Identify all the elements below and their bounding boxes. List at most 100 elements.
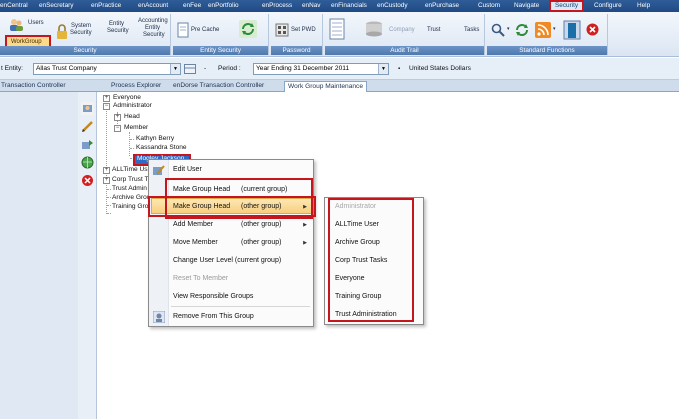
menu-item-reset-to-member: Reset To Member	[173, 275, 229, 282]
tree-node-member[interactable]: Member	[124, 124, 148, 132]
menu-tab-enpractice[interactable]: enPractice	[91, 1, 121, 11]
tree-node-everyone[interactable]: Everyone	[113, 94, 141, 102]
report-icon[interactable]	[329, 18, 345, 40]
menu-tab-help[interactable]: Help	[637, 1, 650, 11]
menu-tab-enpurchase[interactable]: enPurchase	[425, 1, 459, 11]
tree-expander[interactable]: +	[114, 114, 121, 121]
accounting-security-line3[interactable]: Security	[143, 32, 165, 39]
menu-separator	[171, 306, 310, 307]
menu-item-move-member[interactable]: Move Member (other group)	[173, 238, 281, 248]
menu-tab-enportfolio[interactable]: enPortfolio	[208, 1, 239, 11]
menu-tab-encentral[interactable]: enCentral	[0, 1, 28, 11]
menu-item-move-member-scope: (other group)	[241, 239, 282, 246]
period-select[interactable]: Year Ending 31 December 2011 ▼	[253, 63, 389, 75]
ribbon: Users WorkGroup System Security Entity S…	[0, 12, 679, 57]
system-security-line1[interactable]: System	[71, 23, 91, 30]
workgroup-label: WorkGroup	[11, 39, 42, 45]
delete-icon[interactable]	[81, 174, 94, 187]
database-icon	[366, 21, 382, 37]
tree-connector	[107, 213, 111, 214]
remove-user-icon	[153, 311, 165, 323]
rss-dropdown-icon[interactable]: ▾	[553, 26, 556, 33]
rss-feed-icon[interactable]	[535, 22, 551, 38]
menu-item-view-responsible-groups[interactable]: View Responsible Groups	[173, 292, 253, 302]
tree-node-alltime-user[interactable]: ALLTime Us	[112, 166, 148, 174]
accounting-security-line2[interactable]: Entity	[145, 25, 160, 32]
tab-transaction-controller[interactable]: Transaction Controller	[1, 81, 66, 92]
menu-item-edit-user[interactable]: Edit User	[173, 165, 202, 175]
grid-icon[interactable]	[184, 64, 196, 74]
search-dropdown-icon[interactable]: ▾	[507, 26, 510, 33]
period-value: Year Ending 31 December 2011	[256, 65, 350, 72]
close-icon[interactable]	[586, 23, 599, 36]
tasks-button[interactable]: Tasks	[464, 27, 479, 34]
set-pwd-button[interactable]: Set PWD	[291, 27, 316, 34]
tree-node-administrator[interactable]: Administrator	[113, 102, 152, 110]
edit-pencil-icon[interactable]	[81, 120, 94, 133]
company-button[interactable]: Company	[389, 27, 415, 34]
tree-node-archive[interactable]: Archive Grou	[112, 194, 150, 202]
chevron-down-icon[interactable]: ▼	[170, 64, 180, 74]
accounting-security-line1[interactable]: Accounting	[138, 18, 168, 25]
ribbon-group-security: Users WorkGroup System Security Entity S…	[0, 14, 171, 55]
refresh-icon[interactable]	[239, 20, 257, 38]
ribbon-group-entity-security: Pre Cache Entity Security	[173, 14, 269, 55]
tree-expander[interactable]: +	[103, 95, 110, 102]
users-button[interactable]: Users	[28, 20, 44, 27]
system-security-line2[interactable]: Security	[70, 30, 92, 37]
trust-button[interactable]: Trust	[427, 27, 440, 34]
menu-item-remove-from-group[interactable]: Remove From This Group	[173, 312, 254, 322]
tree-node-kathyn-berry[interactable]: Kathyn Berry	[136, 135, 174, 143]
tab-process-explorer[interactable]: Process Explorer	[111, 81, 161, 92]
tree-node-trust-admin[interactable]: Trust Admin	[112, 185, 147, 193]
tree-node-corp-trust[interactable]: Corp Trust T	[112, 176, 149, 184]
users-icon	[10, 19, 23, 31]
refresh-icon[interactable]	[514, 22, 530, 38]
tree-node-head[interactable]: Head	[124, 113, 140, 121]
menu-tab-ennav[interactable]: enNav	[302, 1, 320, 11]
tab-endorse-transaction-controller[interactable]: enDorse Transaction Controller	[173, 81, 264, 92]
exit-door-icon[interactable]	[563, 20, 581, 40]
submenu-arrow-icon: ▶	[303, 240, 307, 246]
search-icon[interactable]	[491, 23, 505, 37]
entity-security-line2[interactable]: Security	[107, 28, 129, 35]
menu-item-add-member-label: Add Member	[173, 221, 214, 228]
ribbon-group-security-title: Security	[0, 46, 170, 55]
entity-value: Allas Trust Company	[36, 65, 97, 72]
tree-node-training[interactable]: Training Gro	[112, 203, 148, 211]
submenu-arrow-icon: ▶	[303, 222, 307, 228]
pre-cache-button[interactable]: Pre Cache	[191, 27, 219, 34]
menu-bar: enCentral enSecretary enPractice enAccou…	[0, 0, 679, 12]
vertical-toolbar	[78, 92, 97, 419]
left-pane	[0, 92, 78, 419]
move-user-icon[interactable]	[81, 138, 94, 151]
menu-item-change-user-level[interactable]: Change User Level (current group)	[173, 256, 281, 266]
menu-tab-security[interactable]: Security	[549, 0, 585, 12]
highlight-make-group-head-other	[148, 196, 316, 217]
menu-tab-custom[interactable]: Custom	[478, 1, 500, 11]
entity-select[interactable]: Allas Trust Company ▼	[33, 63, 181, 75]
menu-tab-enaccount[interactable]: enAccount	[138, 1, 168, 11]
menu-tab-encustody[interactable]: enCustody	[377, 1, 408, 11]
menu-tab-enfee[interactable]: enFee	[183, 1, 201, 11]
tree-expander[interactable]: −	[114, 125, 121, 132]
menu-tab-enfinancials[interactable]: enFinancials	[331, 1, 367, 11]
group-users-icon[interactable]	[81, 102, 94, 115]
globe-icon[interactable]	[81, 156, 94, 169]
menu-tab-ensecretary[interactable]: enSecretary	[39, 1, 73, 11]
document-tabs: Transaction Controller Process Explorer …	[0, 80, 679, 92]
entity-security-line1[interactable]: Entity	[109, 21, 124, 28]
document-icon	[177, 22, 189, 38]
tree-node-kassandra-stone[interactable]: Kassandra Stone	[136, 144, 187, 152]
tab-work-group-maintenance[interactable]: Work Group Maintenance	[284, 81, 368, 92]
tree-expander[interactable]: +	[103, 167, 110, 174]
tree-expander[interactable]: −	[103, 103, 110, 110]
tree-connector	[107, 197, 111, 198]
chevron-down-icon[interactable]: ▼	[378, 64, 388, 74]
ribbon-group-entity-security-title: Entity Security	[173, 46, 268, 55]
menu-tab-navigate[interactable]: Navigate	[514, 1, 539, 11]
menu-item-add-member[interactable]: Add Member (other group)	[173, 220, 281, 230]
menu-tab-enprocess[interactable]: enProcess	[262, 1, 292, 11]
menu-tab-configure[interactable]: Configure	[594, 1, 622, 11]
tree-expander[interactable]: +	[103, 177, 110, 184]
